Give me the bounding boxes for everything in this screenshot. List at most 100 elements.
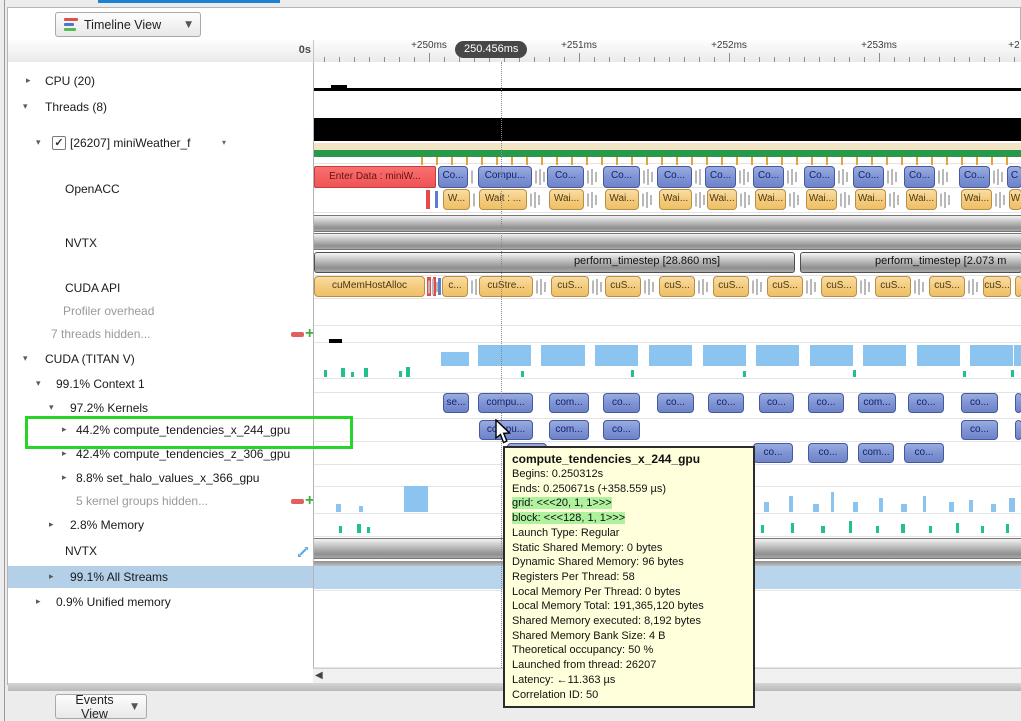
nvtx-perform-timestep-range[interactable]: perform_timestep [2.073 m (800, 252, 1021, 273)
cuda-api-call[interactable]: cuS... (605, 276, 641, 297)
kernel-block[interactable]: com... (549, 420, 589, 440)
kernel-block[interactable]: co... (961, 393, 998, 413)
tree-item-openacc[interactable]: OpenACC (8, 178, 313, 200)
tooltip-lines: Begins: 0.250312sEnds: 0.250671s (+358.5… (512, 467, 746, 702)
tree-item-threads-hidden[interactable]: 7 threads hidden...+ (8, 323, 313, 345)
kernel-block[interactable]: co... (759, 393, 794, 413)
expand-hidden-rows-icon[interactable]: + (305, 490, 313, 512)
openacc-wait-range[interactable]: Wai... (755, 189, 786, 210)
thread-visibility-checkbox[interactable]: ✓ (52, 136, 66, 150)
openacc-range[interactable]: Co... (959, 166, 990, 188)
tree-item-all-streams[interactable]: ▸99.1% All Streams (8, 566, 313, 588)
openacc-range[interactable]: Co... (853, 166, 884, 188)
expand-arrow-icon[interactable]: ▸ (36, 591, 41, 613)
activity-sliver (536, 280, 538, 293)
kernel-block[interactable]: co... (708, 393, 744, 413)
cuda-api-call[interactable]: cuS... (659, 276, 695, 297)
openacc-wait-range[interactable]: Wait : ... (479, 189, 527, 210)
nvtx-range-bar-1[interactable] (314, 215, 1021, 232)
kernel-block[interactable]: com... (549, 393, 589, 413)
tree-item-threads[interactable]: ▾Threads (8) (8, 96, 313, 118)
expand-arrow-icon[interactable]: ▸ (26, 70, 31, 92)
kernel-block[interactable]: com... (858, 393, 896, 413)
kernel-block[interactable]: co... (603, 420, 640, 440)
expand-hidden-rows-icon[interactable]: + (305, 323, 313, 345)
expand-arrow-icon[interactable]: ▸ (62, 467, 67, 489)
thread-options-caret-icon[interactable]: ▾ (222, 132, 226, 154)
cuda-api-call[interactable]: cuS... (929, 276, 965, 297)
events-view-selector[interactable]: Events View ▼ (55, 694, 147, 719)
tree-item-kernel-set-halo[interactable]: ▸8.8% set_halo_values_x_366_gpu (8, 467, 313, 489)
cuda-api-call[interactable]: cuS... (821, 276, 857, 297)
kernel-block[interactable]: co... (753, 443, 793, 463)
nvtx-perform-timestep-range[interactable]: perform_timestep [28.860 ms] (314, 252, 795, 273)
openacc-range[interactable]: Compu... (478, 166, 532, 188)
openacc-wait-range[interactable]: Wai... (906, 189, 937, 210)
openacc-wait-range[interactable]: Wai... (855, 189, 886, 210)
tree-item-unified-memory[interactable]: ▸0.9% Unified memory (8, 591, 313, 613)
openacc-range[interactable]: Co... (804, 166, 835, 188)
timeline-view-selector[interactable]: Timeline View ▼ (55, 12, 201, 37)
tree-item-cuda-device[interactable]: ▾CUDA (TITAN V) (8, 348, 313, 370)
tree-item-kernel-groups-hidden[interactable]: 5 kernel groups hidden...+ (8, 490, 313, 512)
openacc-range[interactable]: Co... (547, 166, 584, 188)
scroll-left-arrow-icon[interactable]: ◀ (315, 670, 323, 681)
openacc-wait-range[interactable]: Wai... (605, 189, 639, 210)
tree-item-memory[interactable]: ▸2.8% Memory (8, 514, 313, 536)
openacc-wait-range[interactable]: Wai... (707, 189, 737, 210)
kernel-block[interactable]: com... (858, 443, 894, 463)
cuda-api-call[interactable]: cuS... (983, 276, 1011, 297)
cuda-api-call[interactable]: cuS... (875, 276, 911, 297)
tree-item-cuda-api[interactable]: CUDA API (8, 277, 313, 299)
tree-item-nvtx-gpu[interactable]: NVTX (8, 540, 313, 562)
openacc-range[interactable]: Co... (657, 166, 692, 188)
openacc-range[interactable]: Co... (705, 166, 736, 188)
tree-item-process-miniweather[interactable]: ▾✓[26207] miniWeather_f▾ (8, 132, 313, 154)
openacc-wait-range[interactable]: W... (443, 189, 470, 210)
kernel-block[interactable]: co... (603, 393, 640, 413)
openacc-wait-range[interactable]: Wai... (659, 189, 692, 210)
openacc-wait-range[interactable]: Wai... (806, 189, 837, 210)
kernel-block[interactable]: co... (961, 420, 998, 440)
collapse-hidden-rows-icon[interactable] (291, 332, 304, 337)
openacc-range[interactable]: Co... (753, 166, 784, 188)
openacc-range[interactable]: Co... (904, 166, 935, 188)
collapse-arrow-icon[interactable]: ▾ (23, 96, 28, 118)
kernel-block[interactable]: co... (808, 393, 844, 413)
cuda-api-call[interactable]: cuS... (713, 276, 749, 297)
kernel-block[interactable]: co... (904, 443, 944, 463)
collapse-hidden-rows-icon[interactable] (291, 499, 304, 504)
kernel-block[interactable]: co... (808, 443, 848, 463)
openacc-wait-range[interactable]: Wai... (961, 189, 992, 210)
collapse-arrow-icon[interactable]: ▾ (23, 348, 28, 370)
kernel-block[interactable]: compu... (478, 393, 533, 413)
cuda-api-call[interactable]: cuStre... (479, 276, 533, 297)
hidden-group-activity (831, 492, 834, 512)
expand-arrow-icon[interactable]: ▸ (49, 566, 54, 588)
timeline-ruler[interactable]: 0s +250ms+251ms+252ms+253ms+2 250.456ms (8, 40, 1021, 63)
tree-item-nvtx-thread[interactable]: NVTX (8, 232, 313, 254)
openacc-range[interactable]: Co... (438, 166, 468, 188)
cuda-api-call[interactable]: cuS... (551, 276, 589, 297)
openacc-range[interactable]: C (1007, 166, 1021, 188)
cuda-api-call[interactable]: cuS... (767, 276, 803, 297)
tree-item-profiler-overhead[interactable]: Profiler overhead (8, 300, 313, 322)
openacc-wait-range[interactable]: Wai... (549, 189, 584, 210)
openacc-range[interactable]: Enter Data : miniW... (314, 166, 436, 188)
tree-item-cpu[interactable]: ▸CPU (20) (8, 70, 313, 92)
launch-tick (976, 157, 978, 165)
collapse-arrow-icon[interactable]: ▾ (36, 373, 41, 395)
kernel-block[interactable]: co... (908, 393, 944, 413)
kernel-block[interactable]: co... (657, 393, 694, 413)
nvtx-range-bar-2[interactable] (314, 233, 1021, 250)
openacc-range[interactable]: Co... (603, 166, 640, 188)
activity-sliver (793, 192, 795, 208)
kernel-block[interactable]: se... (443, 393, 469, 413)
tree-item-context1[interactable]: ▾99.1% Context 1 (8, 373, 313, 395)
expand-arrow-icon[interactable]: ▸ (49, 514, 54, 536)
collapse-arrow-icon[interactable]: ▾ (36, 132, 41, 154)
cuda-api-call[interactable]: cuMemHostAlloc (314, 276, 425, 297)
expand-row-icon[interactable] (296, 544, 310, 566)
cuda-api-call[interactable]: c... (442, 276, 468, 297)
openacc-wait-range[interactable]: W (1009, 189, 1021, 210)
